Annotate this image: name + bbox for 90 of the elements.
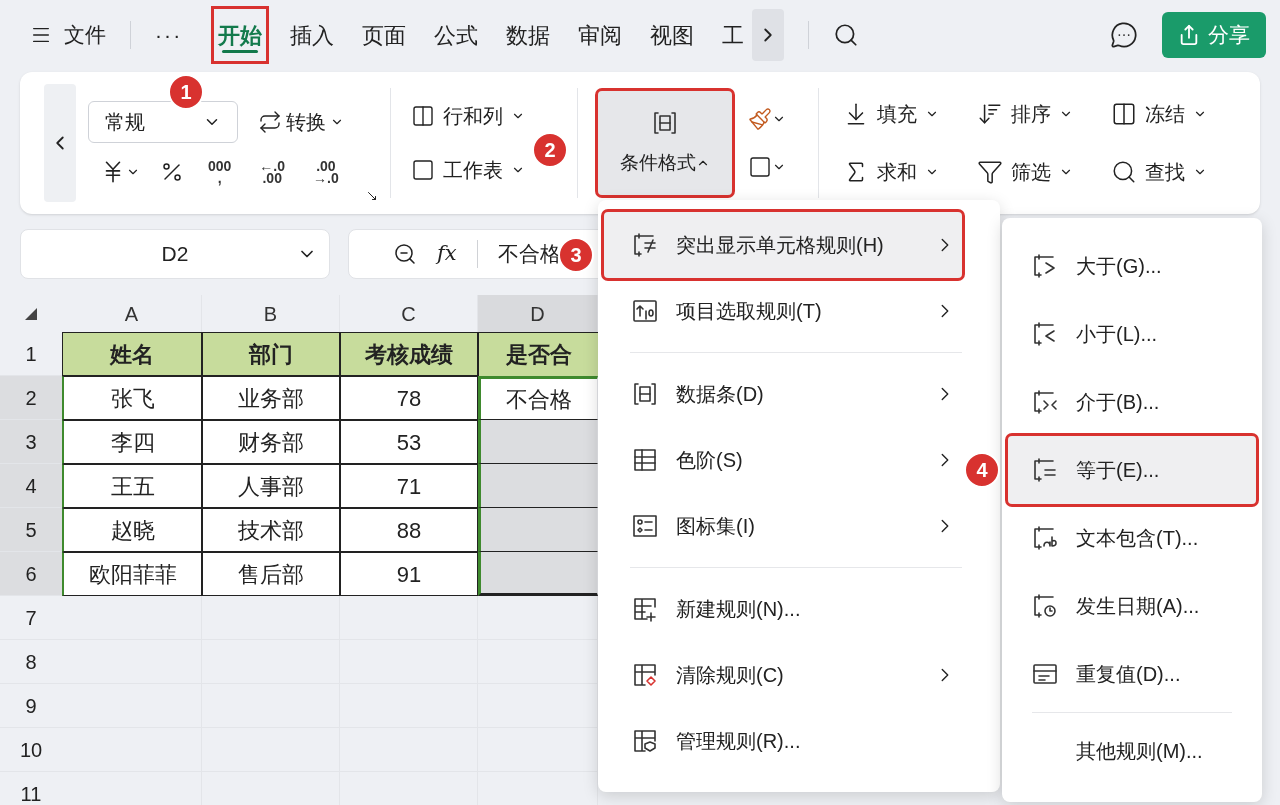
table-cell: 王五: [62, 464, 202, 508]
header-cell: 部门: [202, 332, 340, 376]
menu-item[interactable]: 重复值(D)...: [1008, 640, 1256, 708]
header-cell: 姓名: [62, 332, 202, 376]
row-header[interactable]: 11: [0, 772, 62, 805]
share-button[interactable]: 分享: [1162, 12, 1266, 58]
table-cell: 李四: [62, 420, 202, 464]
table-cell: 人事部: [202, 464, 340, 508]
ribbon-tab[interactable]: 视图: [646, 9, 699, 61]
ribbon-tool-button[interactable]: 查找: [1111, 157, 1221, 187]
table-cell: 赵晓: [62, 508, 202, 552]
menu-item[interactable]: 清除规则(C): [604, 642, 962, 708]
menu-item[interactable]: 大于(G)...: [1008, 232, 1256, 300]
percent-button[interactable]: [160, 160, 184, 184]
more-menu[interactable]: ···: [155, 19, 183, 51]
rows-columns-button[interactable]: 行和列: [411, 101, 553, 131]
menu-item[interactable]: 发生日期(A)...: [1008, 572, 1256, 640]
dialog-launcher-icon[interactable]: [366, 190, 378, 202]
ribbon-tool-button[interactable]: 筛选: [977, 157, 1087, 187]
column-header[interactable]: D: [478, 295, 598, 332]
file-menu[interactable]: 文件: [64, 19, 106, 51]
ribbon-tab[interactable]: 公式: [430, 9, 483, 61]
table-cell: 技术部: [202, 508, 340, 552]
ribbon-tab[interactable]: 数据: [502, 9, 555, 61]
ribbon-tab[interactable]: 工: [718, 9, 749, 61]
decimal-decrease-button[interactable]: .00 →.0: [309, 160, 343, 184]
repeat-icon: [258, 110, 282, 134]
menu-item[interactable]: 项目选取规则(T): [604, 278, 962, 344]
menu-item[interactable]: 图标集(I): [604, 493, 962, 559]
menu-item[interactable]: 色阶(S): [604, 427, 962, 493]
table-cell: 91: [340, 552, 478, 596]
ribbon-tool-button[interactable]: 冻结: [1111, 99, 1221, 129]
formula-value: 不合格: [497, 241, 561, 268]
ribbon-tab[interactable]: 开始: [214, 9, 267, 61]
format-painter-button[interactable]: [748, 107, 786, 131]
paintbrush-icon: [748, 107, 772, 131]
table-cell: 财务部: [202, 420, 340, 464]
percent-icon: [160, 160, 184, 184]
ribbon-tool-button[interactable]: 填充: [843, 99, 953, 129]
menu-item[interactable]: 新建规则(N)...: [604, 576, 962, 642]
ribbon-tab[interactable]: 审阅: [574, 9, 627, 61]
menu-item[interactable]: 其他规则(M)...: [1008, 717, 1256, 785]
name-box[interactable]: D2: [20, 229, 330, 279]
scroll-right-button[interactable]: [752, 9, 785, 61]
table-cell: 不合格: [478, 376, 598, 420]
columns-icon: [411, 104, 435, 128]
menu-item[interactable]: 管理规则(R)...: [604, 708, 962, 774]
table-cell: 71: [340, 464, 478, 508]
row-header[interactable]: 8: [0, 640, 62, 684]
table-cell: 78: [340, 376, 478, 420]
filter-icon: [977, 159, 1003, 185]
table-cell: 售后部: [202, 552, 340, 596]
menu-item[interactable]: 文本包含(T)...: [1008, 504, 1256, 572]
share-icon: [1178, 24, 1200, 46]
menu-item[interactable]: 等于(E)...: [1008, 436, 1256, 504]
row-header[interactable]: 10: [0, 728, 62, 772]
thousands-button[interactable]: 000 ,: [204, 160, 236, 184]
table-cell: 88: [340, 508, 478, 552]
row-header[interactable]: 5: [0, 508, 62, 552]
menu-item[interactable]: 数据条(D): [604, 361, 962, 427]
table-cell: 业务部: [202, 376, 340, 420]
decimal-increase-button[interactable]: ←.0 .00: [255, 160, 290, 184]
row-header[interactable]: 6: [0, 552, 62, 596]
zoom-icon[interactable]: [393, 242, 417, 266]
table-cell: 欧阳菲菲: [62, 552, 202, 596]
row-header[interactable]: 7: [0, 596, 62, 640]
search-icon[interactable]: [833, 22, 860, 48]
table-cell: 53: [340, 420, 478, 464]
ribbon-tab[interactable]: 插入: [286, 9, 339, 61]
border-icon: [748, 155, 772, 179]
row-header[interactable]: 2: [0, 376, 62, 420]
columns-icon: [1111, 101, 1137, 127]
function-label[interactable]: fx: [437, 238, 457, 270]
convert-button[interactable]: 转换: [258, 107, 344, 137]
conditional-format-button[interactable]: 条件格式: [598, 91, 732, 195]
menu-item[interactable]: 介于(B)...: [1008, 368, 1256, 436]
ribbon-tool-button[interactable]: 求和: [843, 157, 953, 187]
row-header[interactable]: 3: [0, 420, 62, 464]
table-cell: 张飞: [62, 376, 202, 420]
select-all-corner[interactable]: [25, 307, 37, 320]
search-icon: [1111, 159, 1137, 185]
menu-item[interactable]: 小于(L)...: [1008, 300, 1256, 368]
ribbon-tool-button[interactable]: 排序: [977, 99, 1087, 129]
header-cell: 考核成绩: [340, 332, 478, 376]
header-cell: 是否合: [478, 332, 598, 376]
row-header[interactable]: 4: [0, 464, 62, 508]
row-header[interactable]: 9: [0, 684, 62, 728]
ribbon-tab[interactable]: 页面: [358, 9, 411, 61]
menu-item[interactable]: 突出显示单元格规则(H): [604, 212, 962, 278]
border-button[interactable]: [748, 155, 786, 179]
